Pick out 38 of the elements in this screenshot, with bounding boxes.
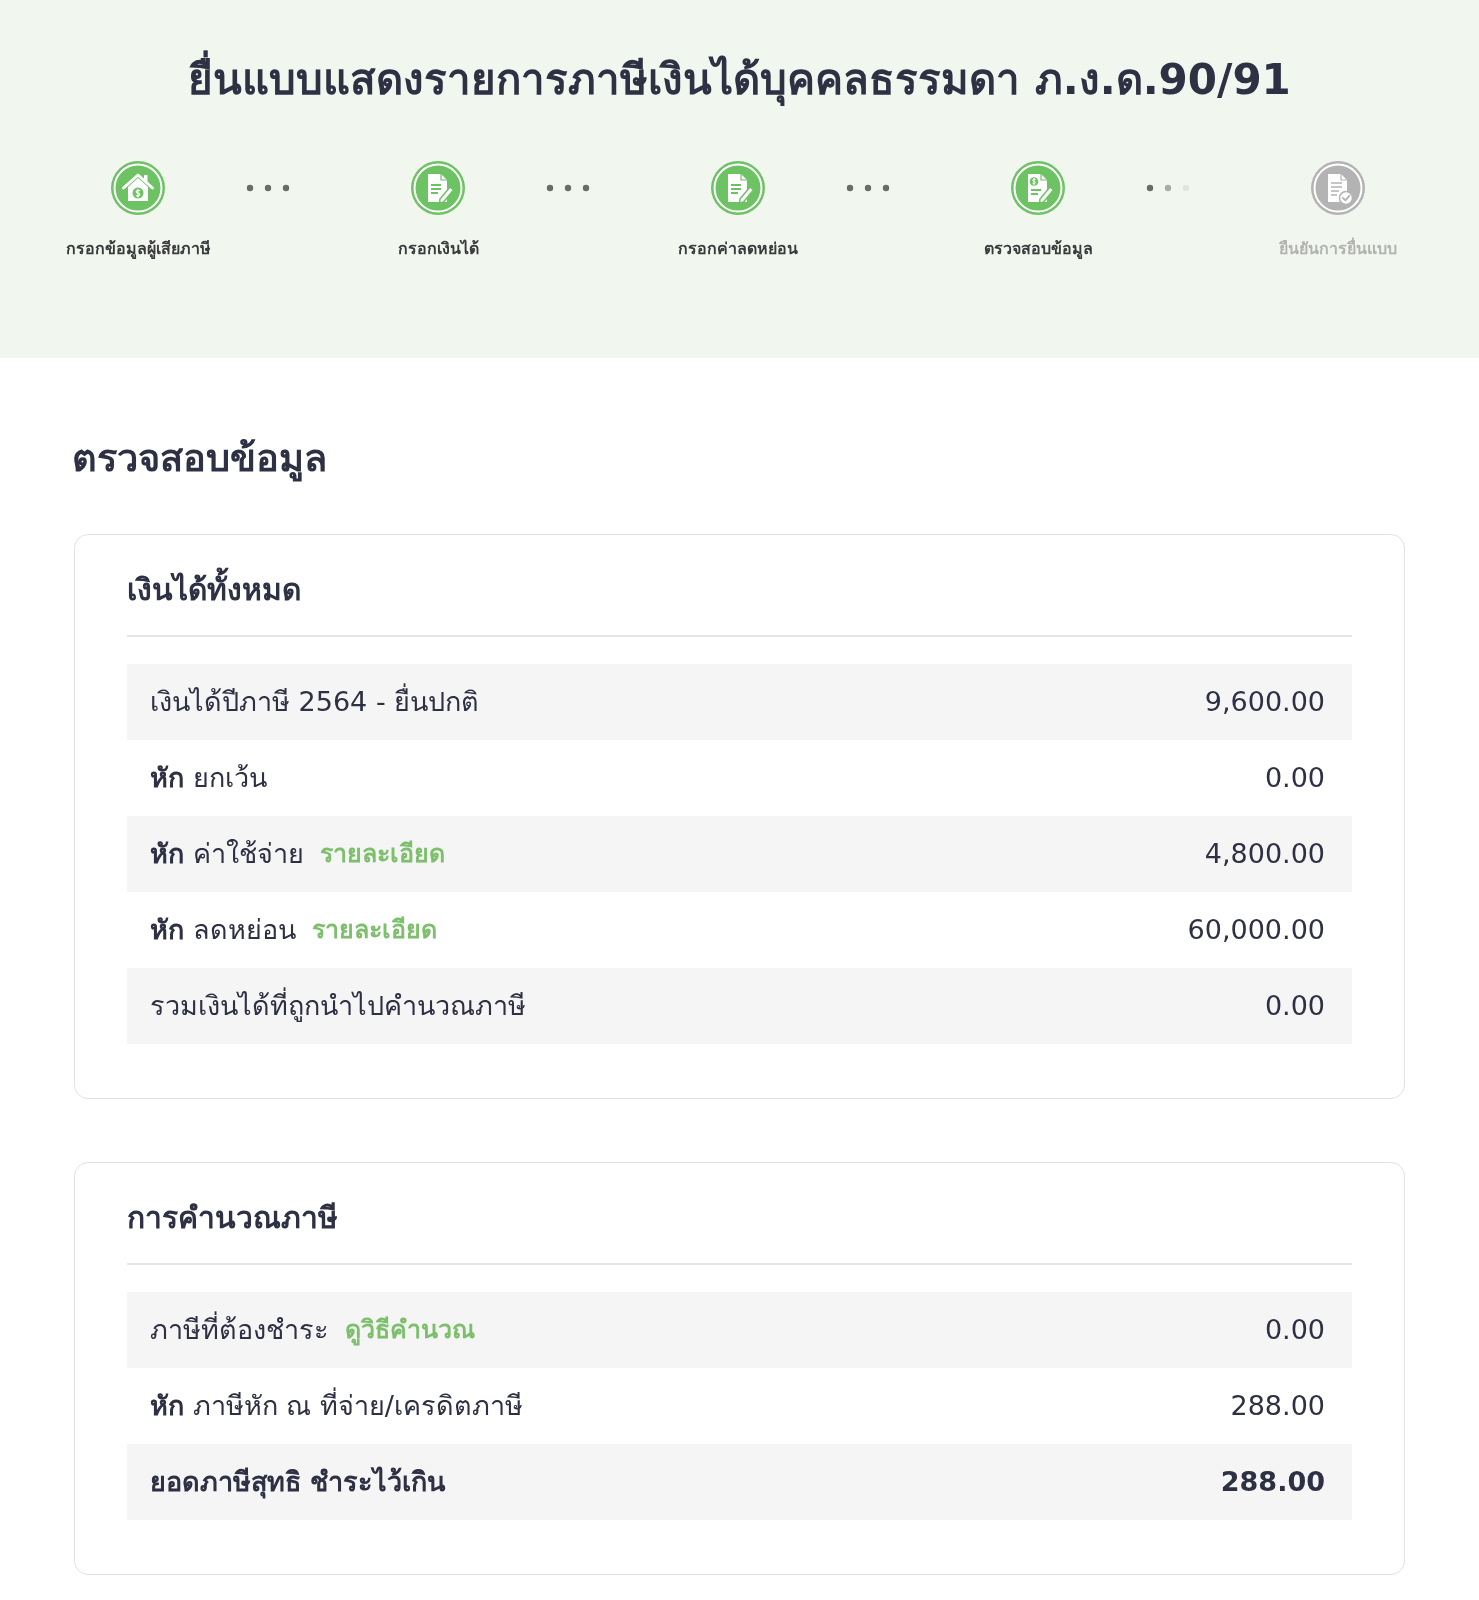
progress-dot: [864, 184, 872, 192]
progress-dot: [882, 184, 890, 192]
page-title: ยื่นแบบแสดงรายการภาษีเงินได้บุคคลธรรมดา ภ.ง.ด.90/91: [0, 52, 1479, 108]
progress-dot: [1146, 184, 1154, 192]
row-label: หัก ภาษีหัก ณ ที่จ่าย/เครดิตภาษี: [150, 1388, 523, 1424]
details-link[interactable]: รายละเอียด: [319, 836, 445, 872]
progress-dot: [1164, 184, 1172, 192]
step-label: ตรวจสอบข้อมูล: [983, 238, 1093, 261]
details-link[interactable]: ดูวิธีคำนวณ: [345, 1312, 475, 1348]
progress-dot: [546, 184, 554, 192]
row-label: หัก ยกเว้น: [150, 761, 267, 795]
progress-dot: [246, 184, 254, 192]
progress-dot: [282, 184, 290, 192]
row-value: 288.00: [1220, 1465, 1325, 1499]
row-label: ภาษีที่ต้องชำระ: [150, 1312, 329, 1348]
step-label: กรอกค่าลดหย่อน: [678, 238, 798, 260]
row-value: 9,600.00: [1204, 685, 1325, 719]
step-label: กรอกเงินได้: [397, 238, 479, 260]
row-value: 0.00: [1264, 989, 1325, 1023]
row-label: หัก ลดหย่อน: [150, 913, 296, 947]
progress-dot: [846, 184, 854, 192]
row-value: 0.00: [1264, 1313, 1325, 1347]
progress-dot: [582, 184, 590, 192]
step-label: ยืนยันการยื่นแบบ: [1279, 236, 1397, 260]
progress-dot: [564, 184, 572, 192]
row-value: 288.00: [1230, 1389, 1325, 1423]
progress-dot: [264, 184, 272, 192]
card-title: การคำนวณภาษี: [127, 1199, 339, 1237]
section-heading: ตรวจสอบข้อมูล: [72, 435, 328, 483]
row-value: 60,000.00: [1187, 913, 1325, 947]
row-label: รวมเงินได้ที่ถูกนำไปคำนวณภาษี: [150, 988, 526, 1024]
row-label: หัก ค่าใช้จ่าย: [150, 837, 304, 871]
row-value: 0.00: [1264, 761, 1325, 795]
row-value: 4,800.00: [1204, 837, 1325, 871]
step-label: กรอกข้อมูลผู้เสียภาษี: [65, 238, 211, 261]
details-link[interactable]: รายละเอียด: [311, 912, 437, 948]
row-label: ยอดภาษีสุทธิ ชำระไว้เกิน: [150, 1465, 446, 1500]
row-label: เงินได้ปีภาษี 2564 - ยื่นปกติ: [150, 684, 480, 720]
